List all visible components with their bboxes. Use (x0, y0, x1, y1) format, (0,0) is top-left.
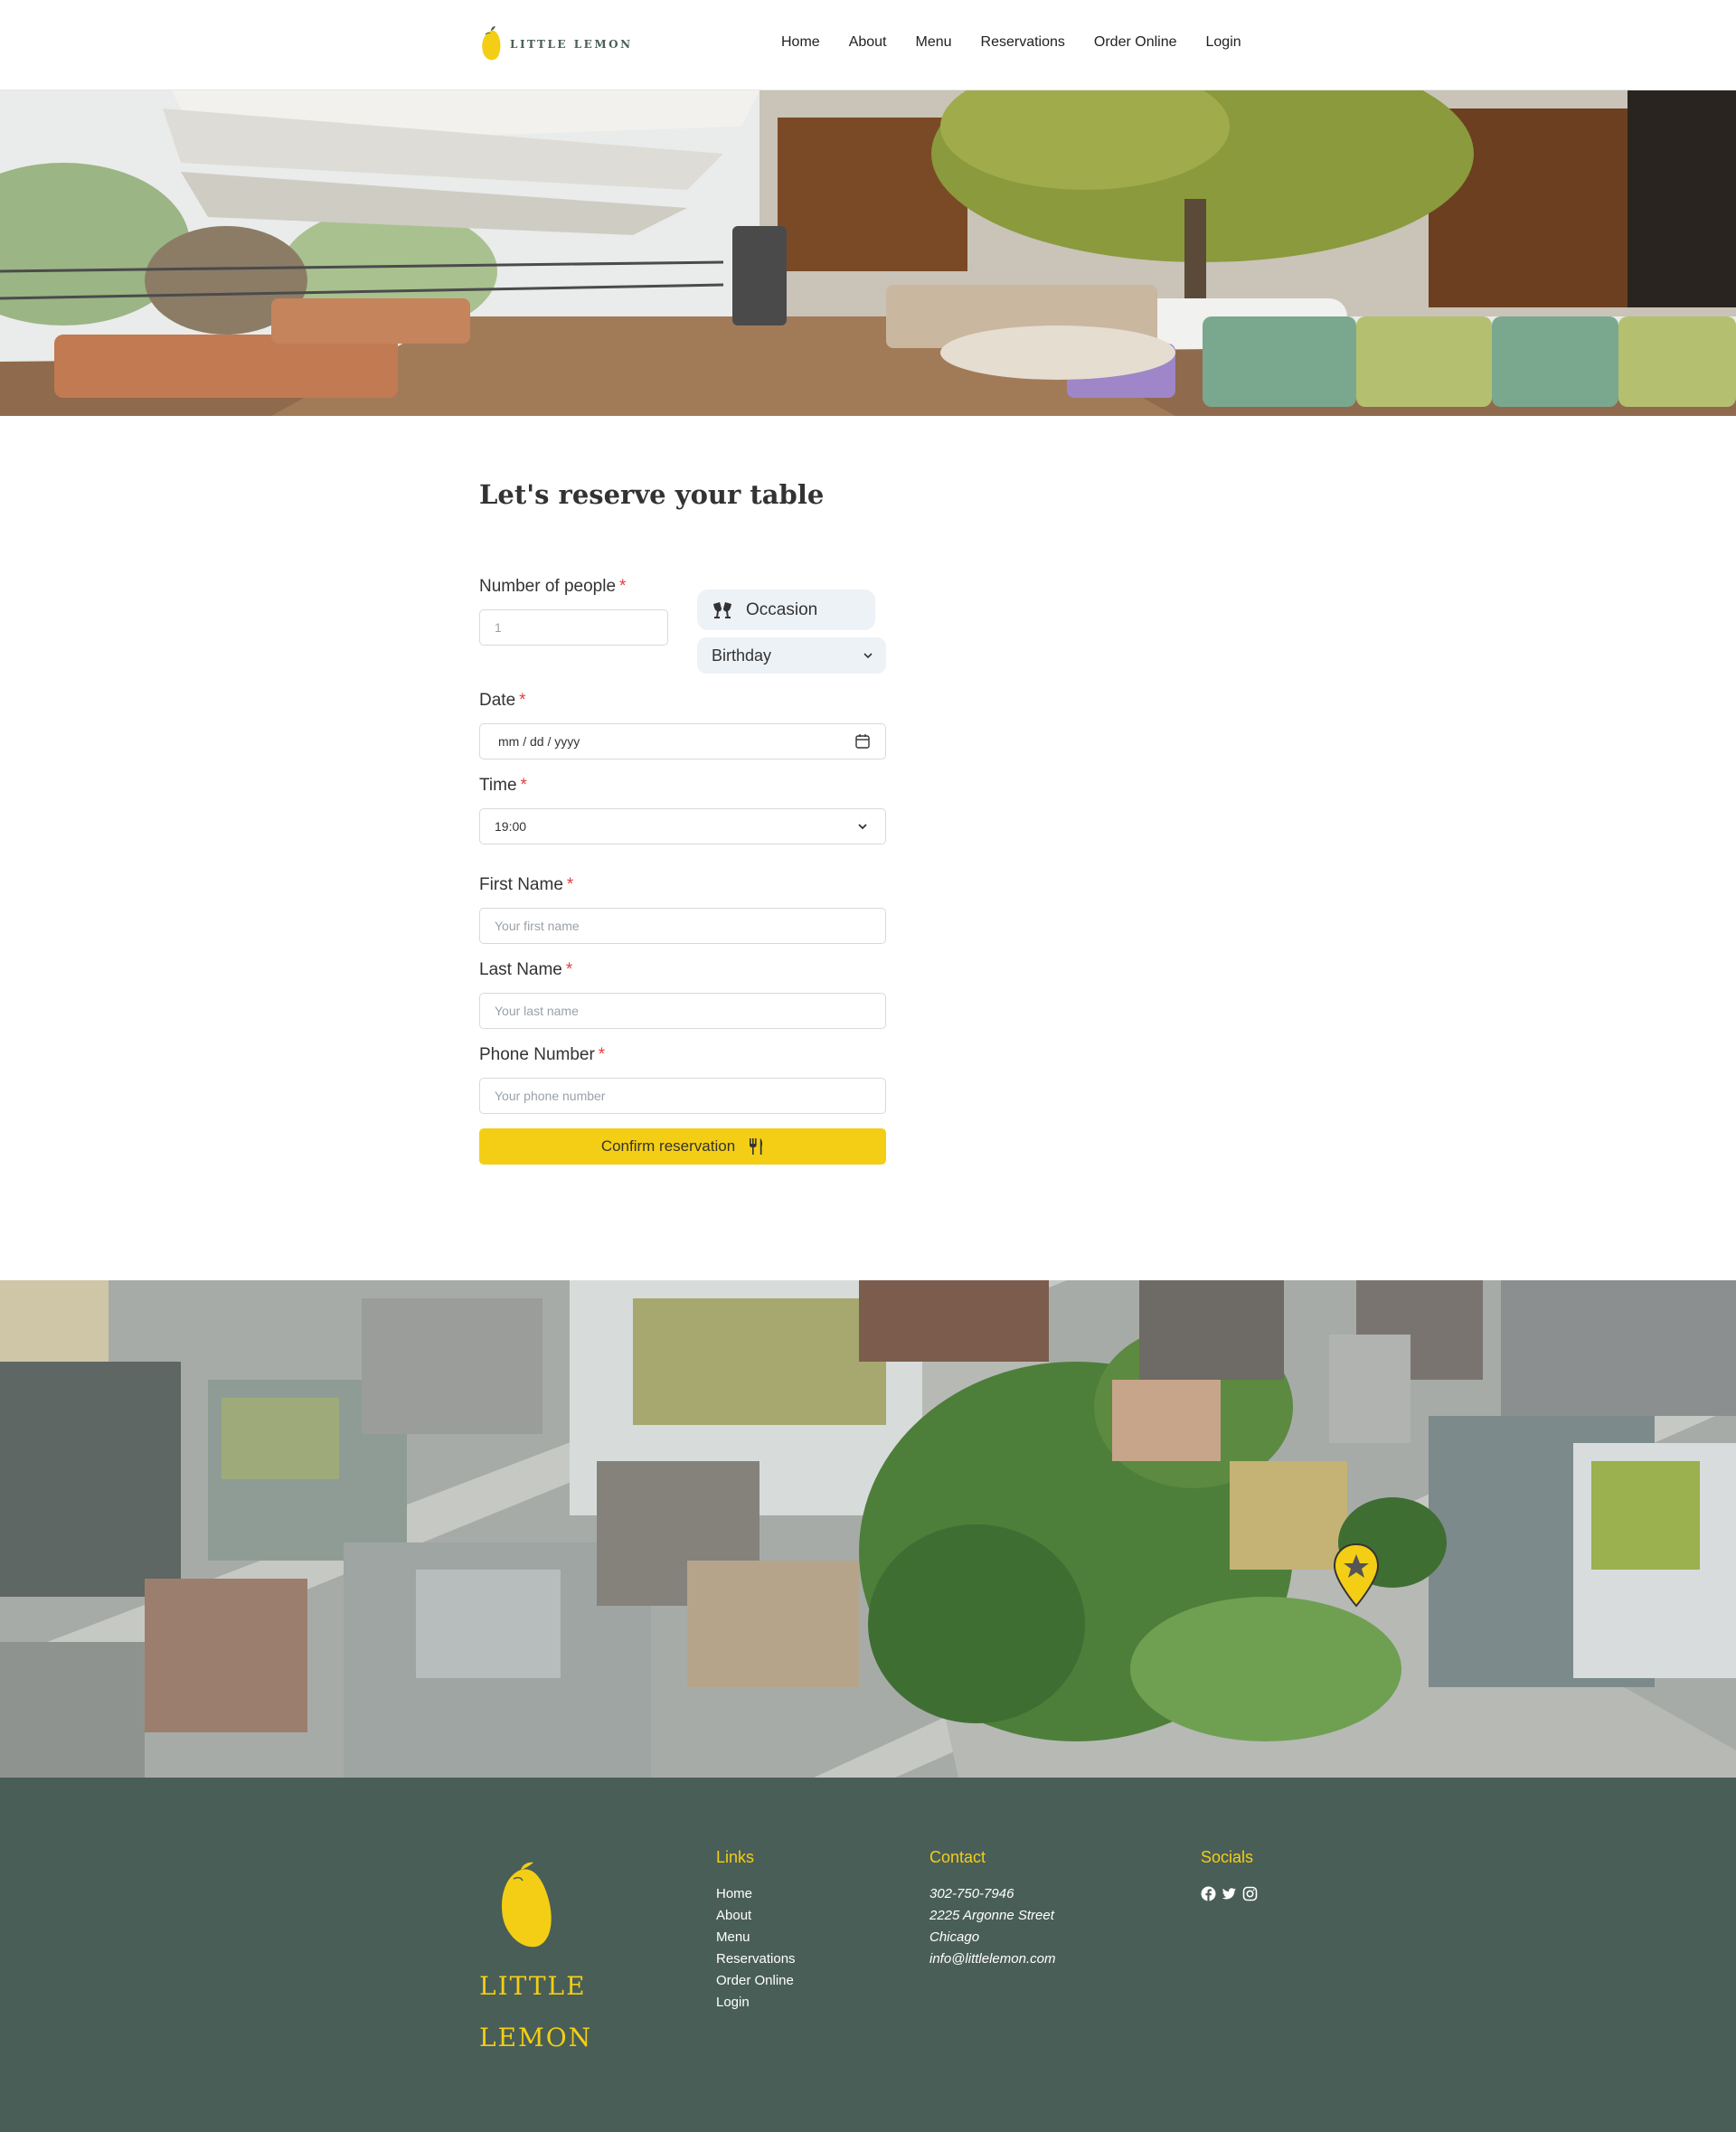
chevron-down-icon (858, 824, 867, 830)
last-name-label-text: Last Name (479, 960, 562, 979)
contact-email[interactable]: info@littlelemon.com (929, 1948, 1055, 1970)
footer-contact-heading: Contact (929, 1848, 986, 1866)
contact-street: 2225 Argonne Street (929, 1908, 1054, 1923)
required-mark: * (566, 875, 574, 894)
required-mark: * (520, 776, 527, 795)
nav-order-online[interactable]: Order Online (1094, 34, 1177, 51)
lemon-logo-icon (482, 26, 501, 61)
date-placeholder: mm / dd / yyyy (498, 734, 580, 749)
nav-login[interactable]: Login (1206, 34, 1241, 51)
form-title: Let's reserve your table (479, 479, 825, 510)
confirm-label: Confirm reservation (600, 1137, 736, 1155)
footer-link-about[interactable]: About (716, 1905, 796, 1927)
chevron-down-icon (863, 653, 873, 659)
facebook-icon[interactable] (1201, 1886, 1216, 1901)
map-pin-icon[interactable] (1333, 1542, 1380, 1608)
contact-phone: 302-750-7946 (929, 1886, 1014, 1901)
occasion-label: Occasion (697, 590, 875, 630)
time-select[interactable]: 19:00 (479, 808, 886, 844)
footer-link-home[interactable]: Home (716, 1883, 796, 1905)
date-label-text: Date (479, 691, 516, 710)
site-footer (0, 1778, 1736, 2132)
people-label-text: Number of people (479, 577, 617, 596)
footer-link-menu[interactable]: Menu (716, 1927, 796, 1948)
occasion-selected: Birthday (712, 646, 772, 665)
nav-reservations[interactable]: Reservations (981, 34, 1065, 51)
site-header: LITTLE LEMON Home About Menu Reservation… (0, 0, 1736, 90)
footer-links-heading: Links (716, 1848, 755, 1866)
phone-label-text: Phone Number (479, 1045, 595, 1064)
utensils-icon (750, 1138, 763, 1155)
first-name-label-text: First Name (479, 875, 563, 894)
footer-brand-line2: LEMON (479, 2023, 593, 2052)
footer-socials-heading: Socials (1201, 1848, 1254, 1866)
glasses-cheers-icon (713, 601, 731, 618)
first-name-input[interactable]: Your first name (479, 908, 886, 944)
footer-link-login[interactable]: Login (716, 1992, 796, 2014)
time-label-text: Time (479, 776, 517, 795)
phone-label: Phone Number * (479, 1045, 605, 1065)
required-mark: * (598, 1045, 606, 1064)
first-name-placeholder: Your first name (495, 919, 580, 933)
confirm-reservation-button[interactable]: Confirm reservation (479, 1128, 886, 1165)
footer-link-order-online[interactable]: Order Online (716, 1970, 796, 1992)
last-name-label: Last Name * (479, 960, 572, 980)
footer-brand-line1: LITTLE (479, 1971, 587, 2001)
date-label: Date * (479, 691, 526, 711)
last-name-input[interactable]: Your last name (479, 993, 886, 1029)
calendar-icon[interactable] (854, 733, 871, 750)
phone-input[interactable]: Your phone number (479, 1078, 886, 1114)
occasion-label-text: Occasion (746, 599, 818, 619)
people-label: Number of people * (479, 577, 626, 597)
footer-link-reservations[interactable]: Reservations (716, 1948, 796, 1970)
nav-home[interactable]: Home (781, 34, 820, 51)
location-map-image (0, 1280, 1736, 1778)
footer-links: Home About Menu Reservations Order Onlin… (716, 1883, 796, 2014)
main-nav: Home About Menu Reservations Order Onlin… (781, 34, 1241, 51)
instagram-icon[interactable] (1242, 1886, 1258, 1901)
first-name-label: First Name * (479, 875, 573, 895)
required-mark: * (519, 691, 526, 710)
required-mark: * (619, 577, 627, 596)
people-input[interactable]: 1 (479, 609, 668, 646)
contact-city: Chicago (929, 1929, 980, 1945)
twitter-icon[interactable] (1222, 1886, 1237, 1901)
footer-socials (1201, 1886, 1258, 1901)
date-input[interactable]: mm / dd / yyyy (479, 723, 886, 759)
logo[interactable]: LITTLE LEMON (479, 24, 633, 65)
occasion-select[interactable]: Birthday (697, 637, 886, 674)
time-label: Time * (479, 776, 527, 796)
phone-placeholder: Your phone number (495, 1089, 606, 1103)
logo-text: LITTLE LEMON (510, 38, 633, 51)
nav-menu[interactable]: Menu (916, 34, 952, 51)
people-placeholder: 1 (495, 620, 502, 635)
footer-contact: 302-750-7946 2225 Argonne Street Chicago… (929, 1883, 1055, 1970)
time-selected: 19:00 (495, 819, 527, 834)
last-name-placeholder: Your last name (495, 1004, 579, 1018)
footer-lemon-logo-icon (501, 1862, 552, 1948)
required-mark: * (565, 960, 573, 979)
hero-terrace-image (0, 90, 1736, 416)
nav-about[interactable]: About (849, 34, 887, 51)
